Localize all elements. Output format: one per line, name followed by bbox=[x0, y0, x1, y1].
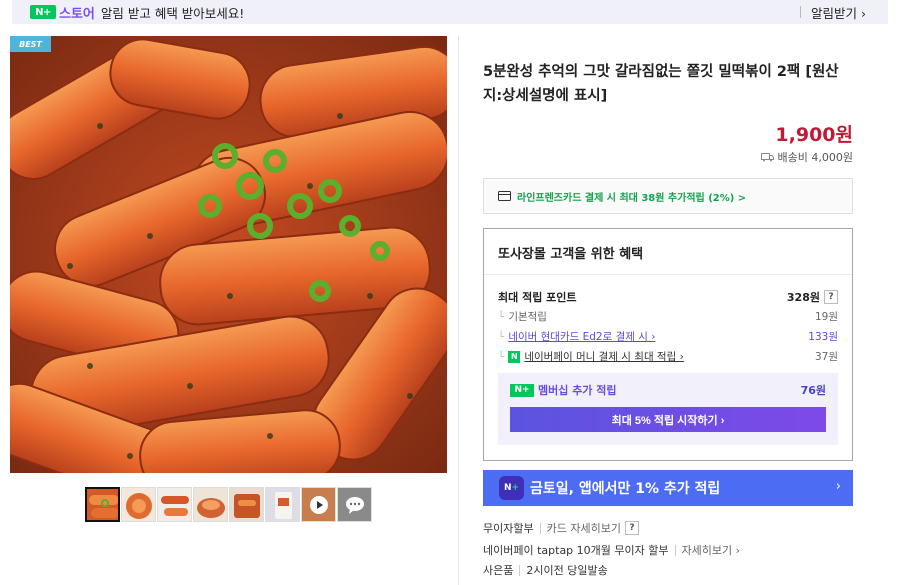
card-detail-link[interactable]: 카드 자세히보기 bbox=[547, 520, 621, 536]
membership-value: 76원 bbox=[800, 384, 826, 397]
membership-label: 멤버십 추가 적립 bbox=[538, 384, 617, 397]
notice-message: 알림 받고 혜택 받아보세요! bbox=[100, 5, 245, 21]
divider bbox=[519, 564, 521, 576]
shipping-fee: 배송비 4,000원 bbox=[760, 149, 853, 165]
divider bbox=[484, 274, 852, 275]
gift-label: 사은품 bbox=[483, 564, 514, 577]
thumbnail-5[interactable] bbox=[229, 487, 264, 522]
shipping-text: 배송비 4,000원 bbox=[777, 151, 853, 164]
taptap-line: 네이버페이 taptap 10개월 무이자 할부 자세히보기 › bbox=[483, 542, 740, 558]
benefit-box: 또사장몰 고객을 위한 혜택 최대 적립 포인트 328원 ? └ 기본적립 19… bbox=[483, 228, 853, 461]
membership-start-button[interactable]: 최대 5% 적립 시작하기 › bbox=[510, 407, 826, 432]
naver-plus-badge: N+ bbox=[510, 383, 534, 397]
naver-plus-app-icon: N + bbox=[499, 476, 524, 500]
installment-label: 무이자할부 bbox=[483, 522, 534, 535]
store-logo[interactable]: N+ 스토어 bbox=[30, 3, 95, 22]
card-benefit-banner[interactable]: 라인프렌즈카드 결제 시 최대 38원 추가적립 (2%) > bbox=[483, 178, 853, 214]
app-promo-banner[interactable]: N + 금토일, 앱에서만 1% 추가 적립 › bbox=[483, 470, 853, 506]
membership-row: N+ 멤버십 추가 적립 76원 bbox=[510, 382, 826, 398]
max-points-value: 328원 bbox=[786, 291, 820, 304]
taptap-label: 네이버페이 taptap 10개월 무이자 할부 bbox=[483, 544, 669, 557]
thumbnail-6[interactable] bbox=[265, 487, 300, 522]
tree-branch-icon: └ bbox=[498, 311, 505, 323]
benefit-title: 또사장몰 고객을 위한 혜택 bbox=[498, 247, 644, 262]
dispatch-label: 2시이전 당일발송 bbox=[526, 564, 608, 577]
store-notice-bar: N+ 스토어 알림 받고 혜택 받아보세요! 알림받기 › bbox=[12, 0, 888, 24]
help-button[interactable]: ? bbox=[824, 290, 838, 304]
card-benefit-text: 라인프렌즈카드 결제 시 최대 38원 추가적립 (2%) > bbox=[517, 192, 747, 204]
thumbnail-strip bbox=[85, 487, 372, 522]
divider bbox=[539, 522, 541, 534]
thumbnail-4[interactable] bbox=[193, 487, 228, 522]
product-title: 5분완성 추억의 그맛 갈라짐없는 쫄깃 밀떡볶이 2팩 [원산지:상세설명에 … bbox=[483, 64, 839, 104]
play-icon bbox=[302, 488, 335, 521]
naver-pay-icon: N bbox=[508, 350, 521, 363]
points-row-npay: └ N 네이버페이 머니 결제 시 최대 적립 › 37원 bbox=[498, 349, 838, 364]
alarm-button[interactable]: 알림받기 › bbox=[811, 3, 866, 22]
product-price: 1,900원 bbox=[775, 124, 853, 146]
thumbnail-3[interactable] bbox=[157, 487, 192, 522]
points-value: 133원 bbox=[808, 331, 838, 343]
chevron-right-icon: › bbox=[835, 479, 841, 494]
thumbnail-video[interactable] bbox=[301, 487, 336, 522]
credit-card-icon bbox=[498, 191, 511, 201]
divider bbox=[674, 544, 676, 556]
points-row-card: └ 네이버 현대카드 Ed2로 결제 시 › 133원 bbox=[498, 329, 838, 344]
membership-box: N+ 멤버십 추가 적립 76원 최대 5% 적립 시작하기 › bbox=[498, 373, 838, 445]
max-points-label: 최대 적립 포인트 bbox=[498, 291, 577, 304]
divider bbox=[800, 6, 802, 18]
points-value: 19원 bbox=[814, 311, 838, 323]
card-points-link[interactable]: 네이버 현대카드 Ed2로 결제 시 › bbox=[508, 331, 655, 343]
max-points-row: 최대 적립 포인트 328원 ? bbox=[498, 289, 838, 305]
thumbnail-2[interactable] bbox=[121, 487, 156, 522]
gift-line: 사은품 2시이전 당일발송 bbox=[483, 562, 608, 578]
store-name: 스토어 bbox=[59, 6, 95, 22]
help-button[interactable]: ? bbox=[624, 521, 639, 535]
taptap-detail-link[interactable]: 자세히보기 › bbox=[682, 542, 741, 558]
truck-icon bbox=[760, 153, 774, 162]
installment-line: 무이자할부 카드 자세히보기 ? bbox=[483, 520, 639, 536]
points-value: 37원 bbox=[814, 351, 838, 363]
tteokbokki-image bbox=[10, 36, 447, 473]
column-divider bbox=[458, 36, 459, 585]
points-label: 기본적립 bbox=[508, 311, 547, 323]
points-row-basic: └ 기본적립 19원 bbox=[498, 309, 838, 324]
alarm-area: 알림받기 › bbox=[800, 0, 866, 24]
thumbnail-review[interactable] bbox=[337, 487, 372, 522]
best-badge: BEST bbox=[10, 36, 51, 52]
tree-branch-icon: └ bbox=[498, 350, 505, 363]
chat-bubble-icon bbox=[338, 488, 371, 521]
promo-text: 금토일, 앱에서만 1% 추가 적립 bbox=[530, 481, 721, 497]
npay-points-link[interactable]: 네이버페이 머니 결제 시 최대 적립 › bbox=[524, 349, 683, 364]
naver-plus-badge: N+ bbox=[30, 5, 56, 19]
thumbnail-1[interactable] bbox=[85, 487, 120, 522]
product-panel: BEST 5분완성 추억의 그맛 갈라짐없는 쫄깃 밀떡볶이 2팩 [원산지:상… bbox=[10, 36, 888, 585]
product-main-image[interactable]: BEST bbox=[10, 36, 447, 473]
tree-branch-icon: └ bbox=[498, 331, 505, 343]
